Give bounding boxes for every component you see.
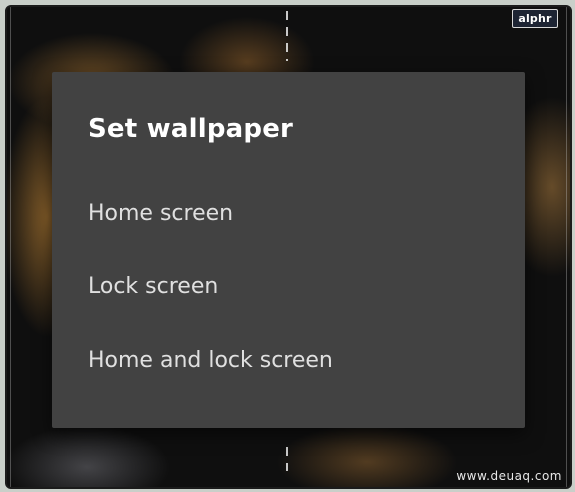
dialog-title: Set wallpaper (88, 114, 294, 144)
option-lock-screen[interactable]: Lock screen (52, 256, 525, 316)
crop-guide-line-top (286, 11, 288, 61)
crop-edge-right (566, 7, 567, 487)
crop-guide-line-bottom (286, 447, 288, 471)
set-wallpaper-dialog: Set wallpaper Home screen Lock screen Ho… (52, 72, 525, 428)
option-home-screen[interactable]: Home screen (52, 183, 525, 243)
screenshot-frame: alphr Set wallpaper Home screen Lock scr… (5, 5, 572, 489)
alphr-logo: alphr (512, 9, 558, 28)
crop-edge-left (10, 7, 11, 487)
site-watermark: www.deuaq.com (456, 469, 562, 483)
option-home-and-lock-screen[interactable]: Home and lock screen (52, 330, 525, 390)
